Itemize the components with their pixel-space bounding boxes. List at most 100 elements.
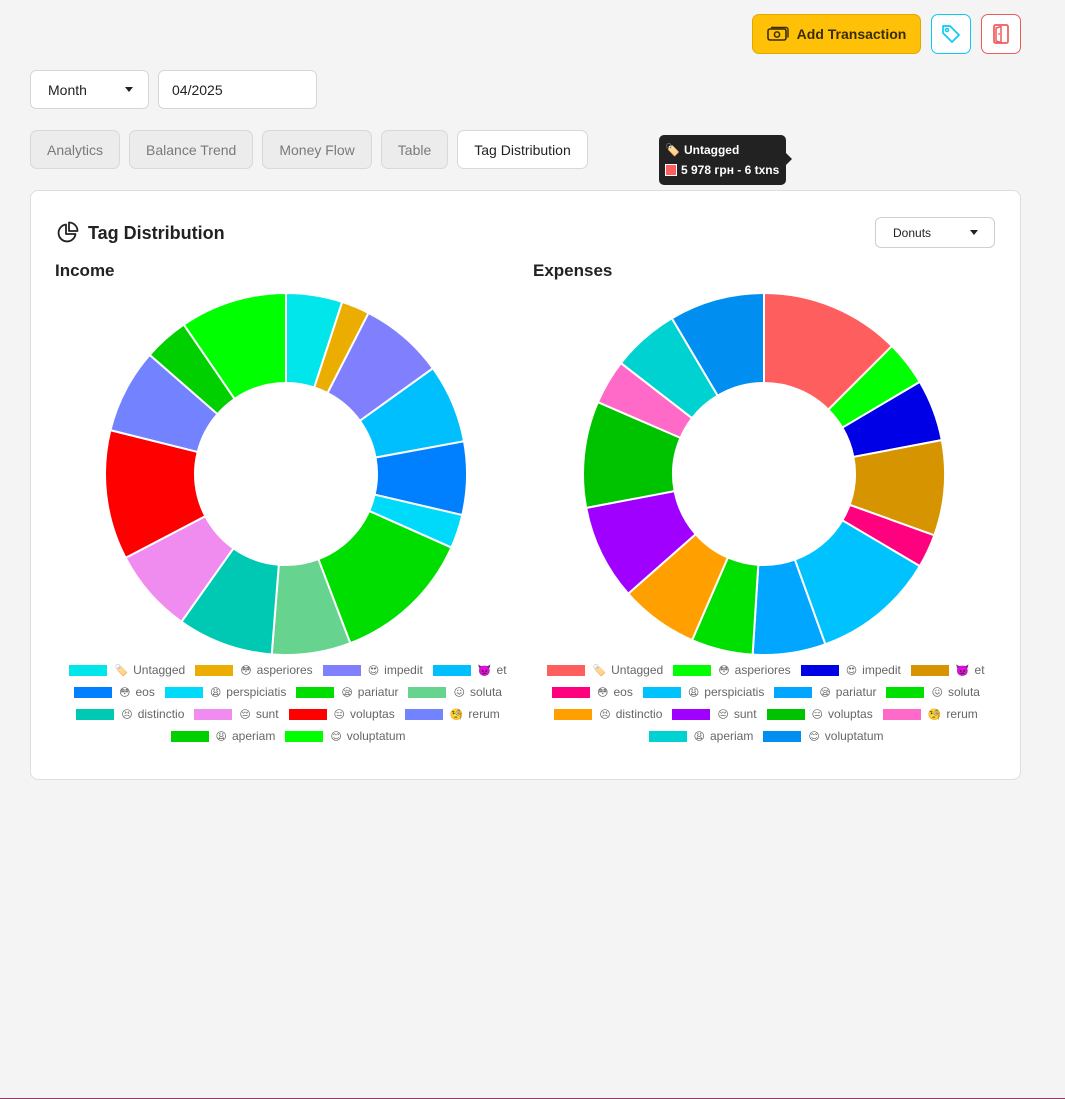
period-select[interactable]: Month	[30, 70, 149, 109]
legend-emoji: 😳	[718, 664, 730, 677]
filters: Month 04/2025	[30, 70, 317, 109]
legend-label: eos	[613, 685, 633, 699]
tab-money-flow[interactable]: Money Flow	[262, 130, 372, 169]
legend-emoji: 👿	[477, 664, 492, 677]
tab-analytics[interactable]: Analytics	[30, 130, 121, 169]
legend-label: Untagged	[133, 663, 186, 677]
legend-item[interactable]: 😩 aperiam	[170, 728, 276, 744]
legend-swatch	[547, 664, 586, 676]
legend-swatch	[882, 708, 921, 720]
legend-item[interactable]: 🏷️ Untagged	[547, 662, 663, 678]
legend-swatch	[164, 686, 203, 698]
legend-swatch	[774, 686, 813, 698]
legend-emoji: 😩	[687, 686, 700, 699]
legend-label: impedit	[384, 663, 423, 677]
legend-swatch	[763, 730, 802, 742]
legend-item[interactable]: 😑 voluptas	[766, 706, 873, 722]
legend-emoji: 🧐	[449, 708, 464, 721]
legend-item[interactable]: 😊 voluptatum	[285, 728, 406, 744]
add-transaction-button[interactable]: Add Transaction	[752, 14, 921, 54]
legend-item[interactable]: 😩 perspiciatis	[642, 684, 764, 700]
legend-item[interactable]: 😳 asperiores	[195, 662, 313, 678]
legend-item[interactable]: 👿 et	[910, 662, 985, 678]
legend-label: pariatur	[357, 685, 399, 699]
legend-label: aperiam	[709, 729, 754, 743]
date-input[interactable]: 04/2025	[158, 70, 317, 109]
tooltip-value: 5 978 грн - 6 txns	[681, 163, 780, 177]
tooltip-color-swatch	[665, 164, 677, 176]
legend-emoji: 😩	[209, 686, 222, 699]
legend-item[interactable]: 😪 pariatur	[296, 684, 398, 700]
legend-item[interactable]: 😍 impedit	[800, 662, 901, 678]
legend-emoji: 😔	[239, 708, 251, 721]
tag-icon	[942, 25, 960, 43]
chevron-down-icon	[970, 230, 978, 235]
chart-tooltip: 🏷️ Untagged 5 978 грн - 6 txns	[659, 135, 793, 185]
legend-item[interactable]: 😑 voluptas	[288, 706, 395, 722]
tooltip-body: 5 978 грн - 6 txns	[665, 160, 779, 180]
income-chart-title: Income	[55, 261, 115, 280]
legend-emoji: 😣	[121, 708, 133, 721]
legend-emoji: 😪	[341, 686, 353, 699]
tags-button[interactable]	[931, 14, 971, 54]
legend-item[interactable]: 😔 sunt	[194, 706, 279, 722]
tag-distribution-card: Tag Distribution Donuts Income Expenses …	[30, 190, 1021, 780]
legend-label: aperiam	[231, 729, 276, 743]
tab-tag-distribution[interactable]: Tag Distribution	[457, 130, 588, 169]
legend-label: sunt	[733, 707, 757, 721]
legend-item[interactable]: 😖 soluta	[408, 684, 502, 700]
legend-item[interactable]: 😩 aperiam	[648, 728, 754, 744]
expenses-donut-chart	[582, 291, 946, 656]
legend-item[interactable]: 🏷️ Untagged	[69, 662, 185, 678]
legend-emoji: 😑	[333, 708, 346, 721]
legend-swatch	[432, 664, 471, 676]
legend-label: rerum	[468, 707, 500, 721]
legend-label: voluptas	[350, 707, 395, 721]
legend-label: et	[974, 663, 985, 677]
tooltip-tag-emoji: 🏷️	[665, 143, 680, 157]
legend-item[interactable]: 😳 eos	[74, 684, 155, 700]
card-title-text: Tag Distribution	[88, 222, 225, 243]
legend-item[interactable]: 😣 distinctio	[76, 706, 184, 722]
tab-table[interactable]: Table	[380, 130, 449, 169]
legend-emoji: 😍	[367, 664, 380, 677]
legend-swatch	[170, 730, 209, 742]
expenses-chart-title: Expenses	[533, 261, 613, 280]
legend-label: rerum	[946, 707, 978, 721]
chart-type-select[interactable]: Donuts	[875, 217, 995, 248]
pie-chart-icon	[57, 221, 79, 243]
legend-emoji: 🏷️	[592, 664, 607, 677]
legend-swatch	[322, 664, 361, 676]
legend-label: distinctio	[137, 707, 185, 721]
legend-item[interactable]: 😣 distinctio	[554, 706, 662, 722]
legend-swatch	[194, 708, 233, 720]
add-transaction-label: Add Transaction	[796, 26, 907, 42]
legend-label: voluptatum	[346, 729, 406, 743]
legend-item[interactable]: 😳 eos	[552, 684, 633, 700]
legend-emoji: 😔	[717, 708, 729, 721]
chart-type-select-value: Donuts	[893, 225, 932, 240]
legend-label: asperiores	[734, 663, 791, 677]
legend-item[interactable]: 😊 voluptatum	[763, 728, 884, 744]
legend-emoji: 😑	[811, 708, 824, 721]
legend-item[interactable]: 🧐 rerum	[882, 706, 978, 722]
exit-button[interactable]	[981, 14, 1021, 54]
legend-item[interactable]: 😩 perspiciatis	[164, 684, 286, 700]
legend-swatch	[69, 664, 108, 676]
legend-item[interactable]: 👿 et	[432, 662, 507, 678]
legend-item[interactable]: 😍 impedit	[322, 662, 423, 678]
legend-emoji: 👿	[955, 664, 970, 677]
legend-emoji: 😖	[453, 686, 465, 699]
tab-balance-trend[interactable]: Balance Trend	[129, 130, 254, 169]
legend-emoji: 😖	[931, 686, 943, 699]
legend-label: asperiores	[256, 663, 313, 677]
legend-item[interactable]: 😪 pariatur	[774, 684, 876, 700]
legend-swatch	[910, 664, 949, 676]
legend-swatch	[766, 708, 805, 720]
legend-label: voluptatum	[824, 729, 884, 743]
legend-item[interactable]: 🧐 rerum	[404, 706, 500, 722]
legend-item[interactable]: 😔 sunt	[672, 706, 757, 722]
legend-label: et	[496, 663, 507, 677]
legend-item[interactable]: 😖 soluta	[886, 684, 980, 700]
legend-item[interactable]: 😳 asperiores	[673, 662, 791, 678]
